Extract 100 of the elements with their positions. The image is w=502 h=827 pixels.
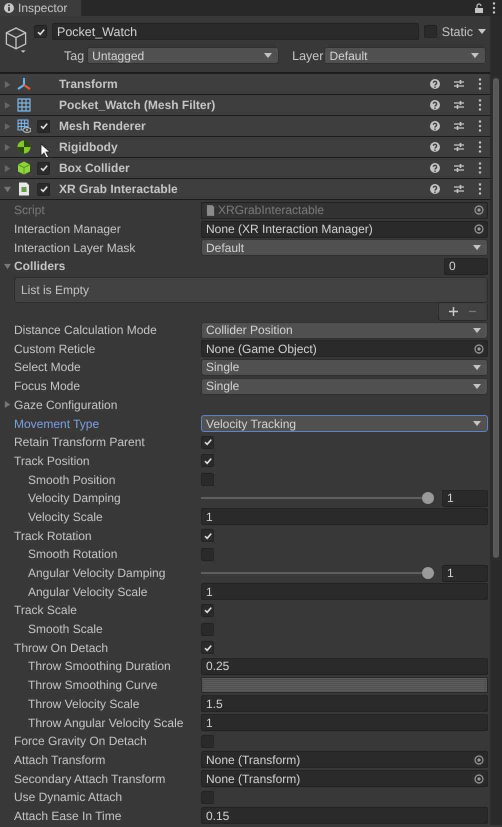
caret-icon: [473, 328, 481, 333]
caret-icon: [478, 29, 486, 34]
checkbox[interactable]: [201, 604, 214, 617]
more-icon[interactable]: [478, 162, 482, 174]
script-icon: [17, 182, 31, 196]
number-field[interactable]: 1: [201, 714, 488, 732]
property-label: Angular Velocity Scale: [28, 584, 148, 599]
info-icon: [4, 3, 14, 13]
checkbox[interactable]: [34, 25, 47, 38]
object-field[interactable]: None (Transform): [201, 751, 488, 768]
lock-icon[interactable]: [474, 3, 484, 13]
property-label[interactable]: Colliders: [14, 259, 66, 274]
check-icon: [202, 530, 212, 541]
more-icon[interactable]: [478, 120, 482, 132]
expand-arrow-icon[interactable]: [4, 401, 11, 408]
component-header[interactable]: Pocket_Watch (Mesh Filter): [0, 94, 490, 115]
plus-icon[interactable]: [449, 306, 458, 316]
tag-dropdown[interactable]: Untagged: [87, 47, 280, 64]
checkbox[interactable]: [37, 162, 50, 174]
component-header[interactable]: Transform: [0, 73, 490, 94]
property-label: Secondary Attach Transform: [14, 772, 166, 786]
slider-thumb[interactable]: [422, 492, 434, 504]
check-icon: [202, 456, 212, 466]
number-field[interactable]: 1: [201, 508, 488, 526]
preset-icon[interactable]: [454, 100, 464, 110]
property-label: Smooth Position: [28, 472, 116, 487]
preset-icon[interactable]: [454, 184, 464, 194]
size-field[interactable]: 0: [444, 258, 488, 275]
checkbox[interactable]: [201, 454, 214, 468]
preset-icon[interactable]: [454, 163, 464, 173]
number-field[interactable]: 0.15: [201, 807, 488, 824]
property-label: Throw Smoothing Duration: [28, 659, 171, 674]
component-title: Box Collider: [59, 161, 130, 175]
help-icon[interactable]: [430, 184, 440, 194]
check-icon: [202, 605, 212, 616]
help-icon[interactable]: [430, 79, 440, 89]
layer-dropdown[interactable]: Default: [324, 47, 486, 64]
collapse-arrow-icon[interactable]: [4, 186, 11, 192]
tag-label: Tag: [64, 48, 84, 62]
check-icon: [202, 642, 212, 653]
dropdown[interactable]: Single: [201, 378, 488, 395]
collapse-arrow-icon[interactable]: [4, 262, 11, 270]
slider-thumb[interactable]: [422, 567, 434, 580]
checkbox[interactable]: [37, 120, 50, 132]
more-icon[interactable]: [478, 78, 482, 90]
dropdown[interactable]: Velocity Tracking: [201, 415, 488, 432]
inspector-tab[interactable]: Inspector: [0, 0, 82, 16]
more-icon[interactable]: [478, 183, 482, 195]
target-icon[interactable]: [474, 774, 484, 784]
component-title: Pocket_Watch (Mesh Filter): [59, 98, 216, 112]
component-header[interactable]: Box Collider: [0, 157, 490, 178]
number-field[interactable]: 1: [201, 583, 488, 600]
help-icon[interactable]: [430, 100, 440, 110]
target-icon[interactable]: [474, 344, 484, 354]
property-label: Throw Velocity Scale: [28, 696, 140, 711]
preset-icon[interactable]: [454, 121, 464, 131]
dropdown[interactable]: Collider Position: [201, 322, 488, 339]
component-header[interactable]: Rigidbody: [0, 136, 490, 157]
checkbox[interactable]: [201, 641, 214, 654]
checkbox[interactable]: [201, 529, 214, 542]
property-label: Smooth Rotation: [28, 547, 118, 562]
help-icon[interactable]: [430, 121, 440, 131]
scrollbar[interactable]: [490, 16, 502, 826]
dropdown[interactable]: Default: [201, 239, 488, 256]
component-title: Transform: [59, 77, 118, 91]
preset-icon[interactable]: [454, 142, 464, 152]
property-label: Focus Mode: [14, 379, 80, 394]
more-icon[interactable]: [478, 141, 482, 153]
property-label: Custom Reticle: [14, 342, 96, 356]
more-icon[interactable]: [492, 2, 496, 14]
layer-label: Layer: [292, 48, 324, 62]
cube-icon[interactable]: [4, 26, 28, 54]
component-header[interactable]: Mesh Renderer: [0, 115, 490, 136]
target-icon[interactable]: [474, 754, 484, 765]
help-icon[interactable]: [430, 142, 440, 152]
object-field[interactable]: None (Game Object): [201, 340, 488, 358]
property-label: Smooth Scale: [28, 622, 103, 636]
number-field[interactable]: 1.5: [201, 695, 488, 712]
property-label: Interaction Layer Mask: [14, 240, 136, 255]
name-field[interactable]: Pocket_Watch: [52, 23, 419, 40]
curve-field[interactable]: [201, 677, 488, 694]
property-label[interactable]: Gaze Configuration: [14, 398, 118, 412]
number-field[interactable]: 1: [442, 490, 488, 507]
slider[interactable]: [201, 492, 434, 504]
object-field[interactable]: None (XR Interaction Manager): [201, 220, 488, 238]
checkbox[interactable]: [201, 436, 214, 449]
number-field[interactable]: 1: [442, 564, 488, 582]
number-field[interactable]: 0.25: [201, 658, 488, 675]
target-icon[interactable]: [474, 224, 484, 234]
property-label: Angular Velocity Damping: [28, 566, 166, 580]
more-icon[interactable]: [478, 99, 482, 111]
property-label: Throw Angular Velocity Scale: [28, 716, 184, 730]
object-field[interactable]: None (Transform): [201, 770, 488, 788]
component-header[interactable]: XR Grab Interactable: [0, 178, 490, 199]
help-icon[interactable]: [430, 163, 440, 173]
preset-icon[interactable]: [454, 79, 464, 89]
dropdown[interactable]: Single: [201, 358, 488, 376]
checkbox[interactable]: [37, 182, 50, 196]
slider[interactable]: [201, 567, 434, 580]
caret-icon: [473, 384, 481, 389]
